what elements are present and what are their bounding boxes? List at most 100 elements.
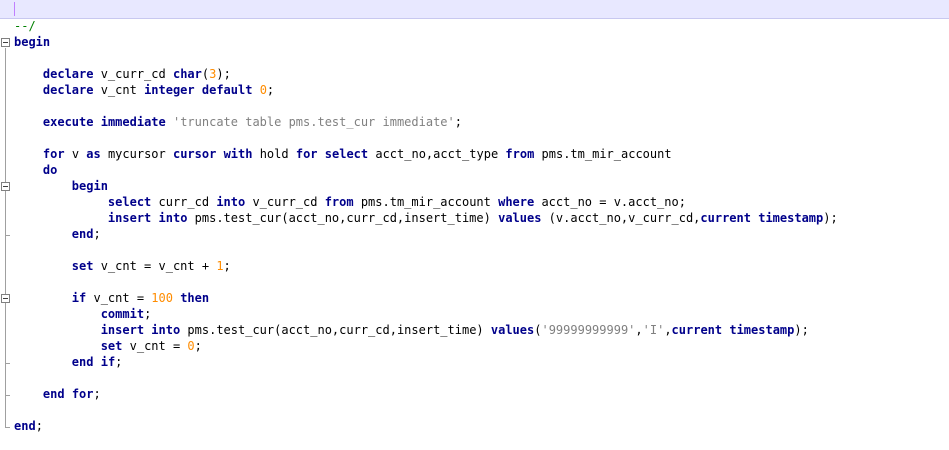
code-line[interactable]: declare v_curr_cd char(3); [14,66,231,82]
keyword-token: end [14,419,36,433]
keyword-token: timestamp [758,211,824,225]
number-token: 0 [259,83,267,97]
keyword-token: current [700,211,751,225]
fold-toggle-if[interactable] [1,294,10,303]
code-token: pms.test_cur(acct_no,curr_cd,insert_time… [180,323,491,337]
keyword-token: integer [144,83,195,97]
keyword-token: from [324,195,354,209]
code-line[interactable]: --/ [14,18,36,34]
keyword-token: values [490,323,535,337]
keyword-token: for [71,387,94,401]
keyword-token: set [71,259,94,273]
code-token: ; [35,419,43,433]
code-token: v [64,147,87,161]
code-line[interactable]: end; [14,226,101,242]
keyword-token: insert [107,211,152,225]
fold-end-marker [5,427,10,428]
code-token: , [635,323,643,337]
code-token: ); [216,67,231,81]
keyword-token: begin [14,35,51,49]
keyword-token: where [498,195,535,209]
code-token: ; [144,307,152,321]
code-editor[interactable]: --/ begin declare v_curr_cd char(3); decl… [0,0,949,450]
code-token: ; [115,355,123,369]
keyword-token: set [100,339,123,353]
fold-guide [5,48,6,428]
keyword-token: insert [100,323,145,337]
fold-toggle-begin[interactable] [1,38,10,47]
keyword-token: for [42,147,65,161]
code-token: (v.acct_no,v_curr_cd, [541,211,701,225]
code-text-area[interactable]: --/ begin declare v_curr_cd char(3); decl… [14,0,944,450]
code-line[interactable]: do [14,162,57,178]
string-token: 'truncate table pms.test_cur immediate' [172,115,455,129]
code-token: curr_cd [151,195,217,209]
code-token: v_cnt = [122,339,188,353]
keyword-token: declare [42,67,94,81]
string-token: 'I' [642,323,665,337]
keyword-token: commit [100,307,145,321]
code-line[interactable]: end; [14,418,43,434]
fold-end-marker [5,395,10,396]
keyword-token: timestamp [729,323,795,337]
keyword-token: values [498,211,542,225]
number-token: 100 [151,291,173,305]
code-line[interactable]: begin [14,34,50,50]
code-line[interactable]: set v_cnt = v_cnt + 1; [14,258,231,274]
fold-end-marker [5,363,10,364]
code-line[interactable]: end if; [14,354,123,370]
code-line[interactable]: for v as mycursor cursor with hold for s… [14,146,672,162]
fold-end-marker [5,235,10,236]
code-line[interactable]: if v_cnt = 100 then [14,290,209,306]
code-token: pms.tm_mir_account [353,195,499,209]
code-token: acct_no,acct_type [368,147,506,161]
keyword-token: from [505,147,535,161]
code-token: ); [794,323,809,337]
keyword-token: if [71,291,87,305]
code-token: acct_no = v.acct_no; [534,195,686,209]
keyword-token: for [295,147,318,161]
code-line[interactable]: execute immediate 'truncate table pms.te… [14,114,462,130]
code-token: mycursor [100,147,173,161]
code-line[interactable]: declare v_cnt integer default 0; [14,82,274,98]
fold-toggle-inner-begin[interactable] [1,182,10,191]
code-token: v_cnt = [86,291,152,305]
code-line[interactable]: begin [14,178,108,194]
code-token: ; [223,259,231,273]
keyword-token: cursor [172,147,217,161]
code-token: v_cnt = v_cnt + [93,259,217,273]
code-line[interactable]: end for; [14,386,101,402]
keyword-token: execute [42,115,94,129]
comment-token: --/ [14,19,36,33]
keyword-token: with [223,147,253,161]
keyword-token: select [107,195,152,209]
keyword-token: default [201,83,253,97]
code-line[interactable]: insert into pms.test_cur(acct_no,curr_cd… [14,210,838,226]
code-token: ; [93,227,101,241]
code-line[interactable]: set v_cnt = 0; [14,338,202,354]
code-line[interactable]: insert into pms.test_cur(acct_no,curr_cd… [14,322,809,338]
number-token: 0 [187,339,195,353]
code-line[interactable]: commit; [14,306,152,322]
code-line[interactable]: select curr_cd into v_curr_cd from pms.t… [14,194,686,210]
code-token: v_curr_cd [93,67,173,81]
keyword-token: into [216,195,246,209]
